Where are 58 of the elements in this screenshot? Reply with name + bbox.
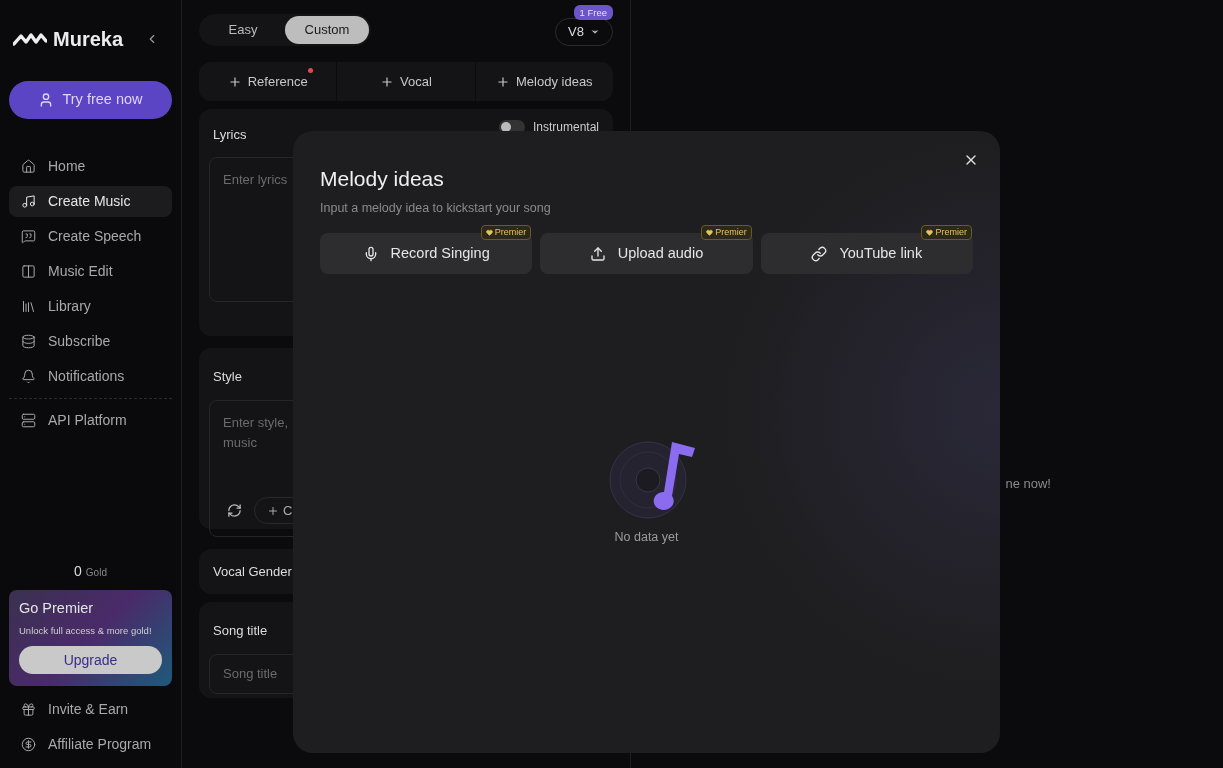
instrumental-label: Instrumental: [532, 120, 599, 133]
heart-icon: [485, 229, 493, 237]
premier-subtitle: Unlock full access & more gold!: [19, 623, 153, 638]
logo-icon: [13, 31, 47, 47]
free-badge: 1 Free: [573, 5, 613, 20]
nav-item[interactable]: Subscribe: [9, 326, 172, 357]
nav-item[interactable]: Invite & Earn: [9, 694, 172, 725]
premier-badge: Premier: [921, 225, 972, 241]
gift-icon: [21, 702, 36, 717]
mode-tab[interactable]: Custom: [285, 16, 369, 44]
empty-text: No data yet: [614, 529, 679, 547]
nav-item[interactable]: Home: [9, 151, 172, 182]
premier-badge: Premier: [480, 225, 532, 241]
mode-tab[interactable]: Easy: [201, 16, 285, 44]
speech-icon: [21, 229, 36, 244]
upgrade-button[interactable]: Upgrade: [19, 646, 162, 674]
add-button[interactable]: Vocal: [337, 62, 476, 101]
dialog-subtitle: Input a melody idea to kickstart your song: [320, 199, 552, 217]
server-icon: [21, 413, 36, 428]
heart-icon: [926, 229, 934, 237]
nav-item[interactable]: Create Speech: [9, 221, 172, 252]
premier-badge: Premier: [701, 225, 752, 241]
nav-item[interactable]: Affiliate Program: [9, 729, 172, 760]
bell-icon: [21, 369, 36, 384]
balance-amount: 0: [74, 562, 82, 581]
stack-icon: [21, 334, 36, 349]
nav-item[interactable]: Music Edit: [9, 256, 172, 287]
nav-item[interactable]: Library: [9, 291, 172, 322]
refresh-icon[interactable]: [227, 503, 242, 518]
nav-item[interactable]: Create Music: [9, 186, 172, 217]
plus-icon: [380, 74, 395, 89]
link-icon: [811, 245, 828, 262]
split-icon: [21, 264, 36, 279]
balance-unit: Gold: [85, 566, 107, 580]
lyrics-title: Lyrics: [213, 126, 247, 144]
logo-text: Mureka: [53, 27, 124, 52]
plus-icon: [227, 74, 242, 89]
music-note-icon: [21, 194, 36, 209]
caret-icon: [590, 27, 600, 37]
hint-text: ne now!: [1005, 475, 1051, 494]
nav-item[interactable]: Notifications: [9, 361, 172, 392]
heart-icon: [706, 229, 714, 237]
plus-icon: [267, 504, 279, 517]
add-button[interactable]: Reference: [199, 62, 338, 101]
vocal-gender-title: Vocal Gender: [213, 562, 292, 581]
song-title-label: Song title: [212, 623, 269, 638]
premier-title: Go Premier: [19, 599, 95, 618]
nav-item[interactable]: API Platform: [9, 405, 172, 436]
upload-icon: [589, 245, 606, 262]
add-button[interactable]: Melody ideas: [475, 62, 613, 101]
style-placeholder: Enter style, music: [223, 414, 290, 452]
library-icon: [21, 299, 36, 314]
try-free-button[interactable]: Try free now: [9, 81, 172, 119]
dialog-title: Melody ideas: [320, 166, 445, 192]
dollar-icon: [21, 737, 36, 752]
plus-icon: [496, 74, 510, 89]
style-title: Style: [212, 369, 243, 384]
house-icon: [21, 159, 36, 174]
